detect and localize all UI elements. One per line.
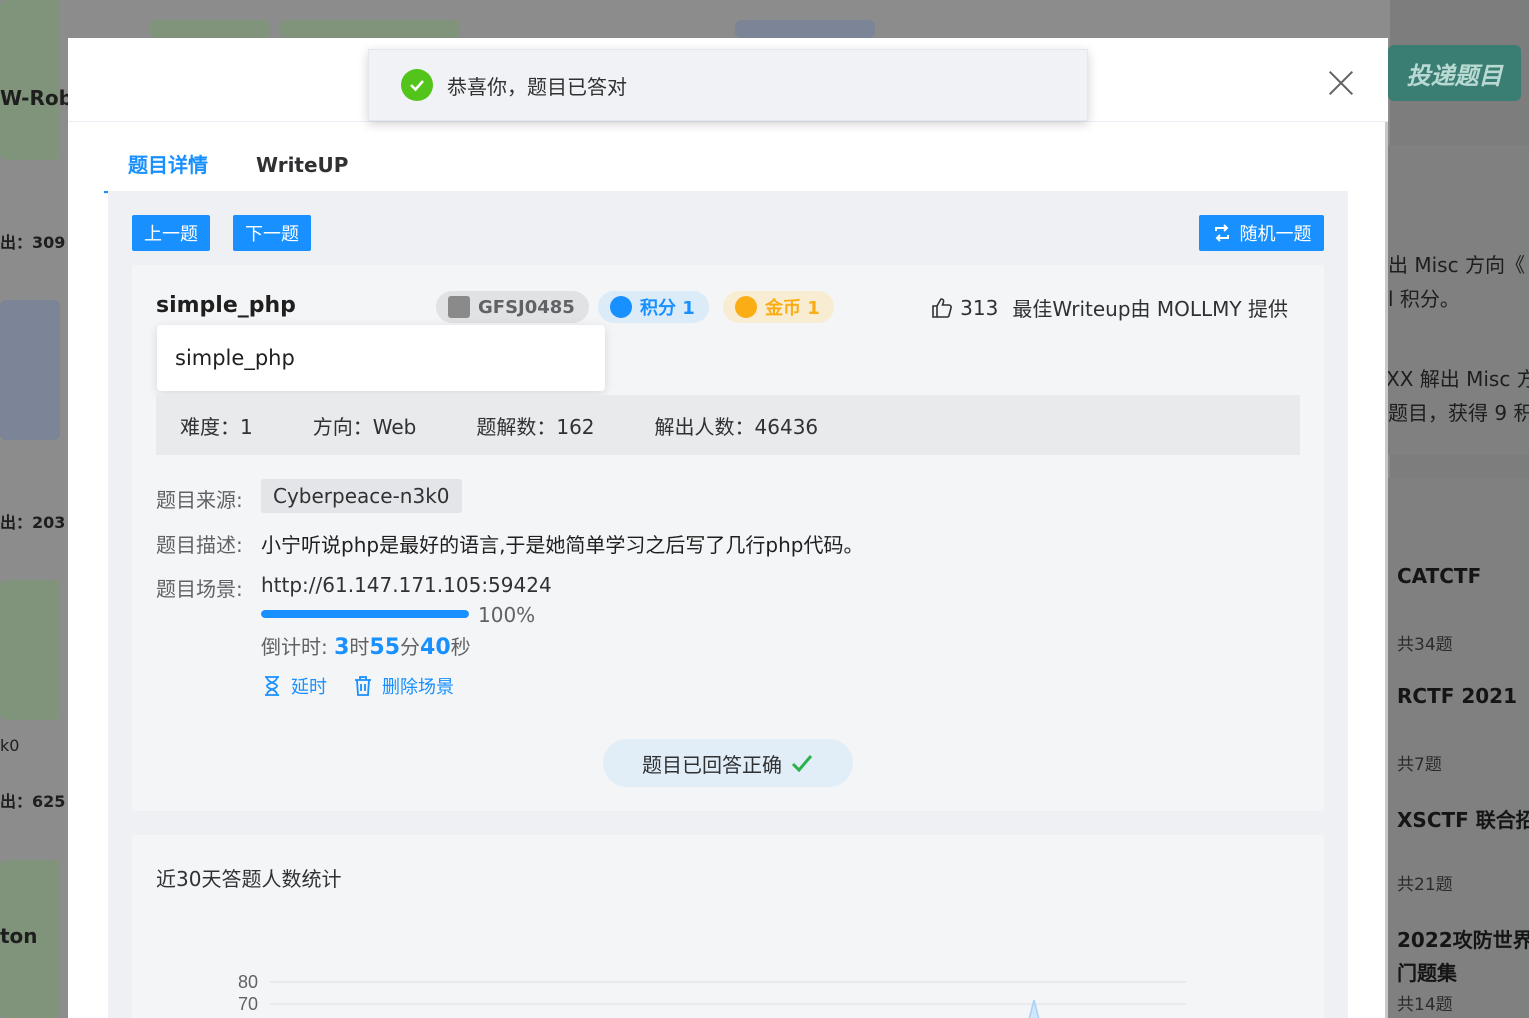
writeup-count-stat: 题解数：162 xyxy=(476,414,595,439)
bg-news-line: l 积分。 xyxy=(1388,287,1460,311)
countdown-seconds-unit: 秒 xyxy=(450,635,471,659)
checkmark-icon xyxy=(791,755,813,773)
points-value: 积分 1 xyxy=(640,298,695,319)
extend-time-label: 延时 xyxy=(291,677,327,698)
thumbs-up-icon[interactable] xyxy=(930,296,954,320)
bg-set-title[interactable]: CATCTF xyxy=(1397,564,1481,588)
challenge-description: 小宁听说php是最好的语言,于是她简单学习之后写了几行php代码。 xyxy=(261,533,864,557)
countdown-minutes-unit: 分 xyxy=(400,635,421,659)
bg-card-top-2 xyxy=(280,20,460,38)
bg-challenge-title: ton xyxy=(0,924,38,948)
bg-set-count: 共7题 xyxy=(1397,755,1442,775)
tab-writeup[interactable]: WriteUP xyxy=(232,136,372,194)
challenge-stats: 难度：1 方向：Web 题解数：162 解出人数：46436 xyxy=(156,395,1300,455)
likes-area: 313 最佳Writeup由 MOLLMY 提供 xyxy=(930,293,1288,322)
modal-scrollbar[interactable] xyxy=(1385,122,1388,1018)
shuffle-icon xyxy=(1214,224,1229,242)
next-challenge-button[interactable]: 下一题 xyxy=(233,215,311,251)
bg-set-title[interactable]: 2022攻防世界 xyxy=(1397,924,1529,953)
challenge-title[interactable]: simple_php xyxy=(156,293,296,318)
toast-message: 恭喜你，题目已答对 xyxy=(447,74,627,99)
scene-label: 题目场景: xyxy=(156,577,243,601)
tab-content: 上一题 下一题 随机一题 simple_php GFSJ0485 积分 1 金币… xyxy=(108,191,1348,1018)
title-tooltip: simple_php xyxy=(157,325,605,391)
answered-correct-label: 题目已回答正确 xyxy=(642,752,782,777)
challenge-id: GFSJ0485 xyxy=(478,296,575,318)
likes-count: 313 xyxy=(960,295,999,320)
challenge-id-tag: GFSJ0485 xyxy=(436,291,589,323)
best-writeup-credit[interactable]: 最佳Writeup由 MOLLMY 提供 xyxy=(1012,293,1288,322)
bg-news-line: 题目，获得 9 积 xyxy=(1388,401,1529,425)
answered-correct-status: 题目已回答正确 xyxy=(603,739,853,787)
bg-set-title[interactable]: XSCTF 联合招 xyxy=(1397,804,1529,833)
bg-news-line: XX 解出 Misc 方 xyxy=(1386,367,1529,391)
random-challenge-button[interactable]: 随机一题 xyxy=(1199,215,1324,251)
bg-set-count: 共34题 xyxy=(1397,635,1453,655)
challenge-card: simple_php GFSJ0485 积分 1 金币 1 313 最佳Writ… xyxy=(132,265,1324,811)
scene-progress-fill xyxy=(261,610,469,618)
bg-source: k0 xyxy=(0,736,20,755)
countdown-prefix: 倒计时: xyxy=(261,635,335,659)
points-star-icon xyxy=(610,296,632,318)
success-toast: 恭喜你，题目已答对 xyxy=(368,49,1088,121)
bg-set-title-line2: 门题集 xyxy=(1397,961,1457,985)
bg-solved-count: 出：203 xyxy=(0,513,66,532)
countdown-minutes: 55 xyxy=(369,635,401,660)
bg-solved-count: 出：309 xyxy=(0,233,66,252)
delete-scene-label: 删除场景 xyxy=(382,677,454,698)
bg-card-top-3 xyxy=(735,20,875,38)
scene-url-link[interactable]: http://61.147.171.105:59424 xyxy=(261,573,552,597)
chart-series-peak xyxy=(1028,999,1040,1018)
bg-news-line: 出 Misc 方向《 xyxy=(1388,253,1525,277)
countdown-timer: 倒计时: 3时55分40秒 xyxy=(261,631,471,660)
submit-challenge-button[interactable]: 投递题目 xyxy=(1388,45,1521,101)
bg-card-1 xyxy=(0,0,60,160)
tab-bar: 题目详情 WriteUP xyxy=(104,136,372,194)
random-challenge-label: 随机一题 xyxy=(1239,224,1312,245)
prev-challenge-button[interactable]: 上一题 xyxy=(132,215,210,251)
direction-stat: 方向：Web xyxy=(312,414,417,439)
close-icon[interactable] xyxy=(1328,70,1354,96)
source-tag: Cyberpeace-n3k0 xyxy=(261,479,462,513)
solver-count-stat: 解出人数：46436 xyxy=(654,414,819,439)
stats-chart-card: 近30天答题人数统计 80 70 xyxy=(132,835,1324,1018)
bg-set-count: 共14题 xyxy=(1397,995,1453,1015)
bg-card-top-1 xyxy=(150,20,270,38)
points-tag: 积分 1 xyxy=(598,291,709,323)
delete-scene-button[interactable]: 删除场景 xyxy=(352,673,454,699)
challenge-badge-icon xyxy=(448,296,470,318)
coins-tag: 金币 1 xyxy=(723,291,834,323)
countdown-seconds: 40 xyxy=(420,635,451,660)
answer-stats-chart: 80 70 xyxy=(238,972,1186,1018)
bg-card-2 xyxy=(0,300,60,440)
scene-progress-text: 100% xyxy=(478,603,536,627)
hourglass-icon xyxy=(265,676,279,696)
extend-time-button[interactable]: 延时 xyxy=(261,673,327,699)
source-label: 题目来源: xyxy=(156,488,243,512)
difficulty-stat: 难度：1 xyxy=(180,414,253,439)
bg-set-count: 共21题 xyxy=(1397,875,1453,895)
countdown-hours-unit: 时 xyxy=(349,635,370,659)
description-label: 题目描述: xyxy=(156,533,243,557)
bg-challenge-title: W-Rob xyxy=(0,86,73,110)
y-tick-label: 70 xyxy=(238,994,258,1014)
trash-icon xyxy=(355,676,371,696)
challenge-modal: 题目详情 WriteUP 上一题 下一题 随机一题 simple_php GFS… xyxy=(68,38,1388,1018)
scene-progress-bar xyxy=(261,610,469,618)
bg-set-title[interactable]: RCTF 2021 xyxy=(1397,684,1517,708)
y-tick-label: 80 xyxy=(238,972,258,992)
tab-challenge-details[interactable]: 题目详情 xyxy=(104,136,232,194)
check-circle-icon xyxy=(401,69,433,101)
coin-icon xyxy=(735,296,757,318)
bg-solved-count: 出：625 xyxy=(0,792,66,811)
coins-value: 金币 1 xyxy=(765,298,820,319)
countdown-hours: 3 xyxy=(334,635,350,660)
bg-card-3 xyxy=(0,580,60,720)
